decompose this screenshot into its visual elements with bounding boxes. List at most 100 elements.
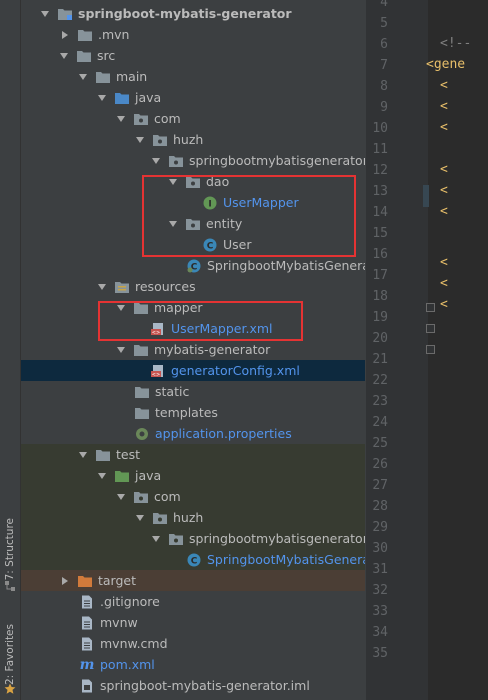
tree-node-test-class[interactable]: C SpringbootMybatisGenerato — [21, 549, 365, 570]
expand-arrow-icon[interactable] — [41, 10, 49, 17]
tree-node-iml[interactable]: springboot-mybatis-generator.iml — [21, 675, 365, 696]
tree-node-huzh[interactable]: huzh — [21, 129, 365, 150]
tree-node-test-package[interactable]: springbootmybatisgenerator — [21, 528, 365, 549]
expand-arrow-icon[interactable] — [60, 52, 68, 59]
folder-icon — [133, 300, 149, 316]
excluded-folder-icon — [77, 573, 93, 589]
star-icon — [4, 683, 16, 694]
expand-arrow-icon[interactable] — [117, 493, 125, 500]
tree-node-target[interactable]: target — [21, 570, 365, 591]
expand-arrow-icon[interactable] — [117, 115, 125, 122]
tree-node-app-class[interactable]: C SpringbootMybatisGenerat — [21, 255, 365, 276]
collapse-arrow-icon[interactable] — [62, 30, 68, 39]
fold-marker-icon[interactable] — [426, 324, 435, 333]
expand-arrow-icon[interactable] — [98, 472, 106, 479]
source-folder-icon — [114, 90, 130, 106]
tree-node-label: templates — [155, 405, 218, 420]
line-number: 9 — [380, 100, 388, 115]
module-folder-icon — [57, 6, 73, 22]
tree-node-test-com[interactable]: com — [21, 486, 365, 507]
tree-node-label: UserMapper.xml — [171, 321, 273, 336]
tree-node-label: generatorConfig.xml — [171, 363, 300, 378]
test-class-icon: C — [186, 552, 202, 568]
expand-arrow-icon[interactable] — [136, 136, 144, 143]
tree-node-label: target — [98, 573, 137, 588]
tree-node-user-mapper[interactable]: I UserMapper — [21, 192, 365, 213]
expand-arrow-icon[interactable] — [152, 157, 160, 164]
maven-icon: m — [79, 656, 95, 673]
tree-node-label: java — [135, 90, 162, 105]
tree-node-java[interactable]: java — [21, 87, 365, 108]
folder-icon — [76, 48, 92, 64]
tree-node-mvn[interactable]: .mvn — [21, 24, 365, 45]
tree-node-label: springboot-mybatis-generator.iml — [100, 678, 310, 693]
tree-node-gitignore[interactable]: .gitignore — [21, 591, 365, 612]
module-file-icon — [79, 678, 95, 694]
xml-file-icon: <> — [150, 363, 166, 379]
fold-marker-icon[interactable] — [426, 345, 435, 354]
tree-node-templates[interactable]: templates — [21, 402, 365, 423]
tree-node-com[interactable]: com — [21, 108, 365, 129]
tree-node-label: entity — [206, 216, 243, 231]
expand-arrow-icon[interactable] — [169, 178, 177, 185]
spring-boot-class-icon: C — [186, 258, 202, 274]
line-number: 15 — [372, 226, 388, 241]
line-number: 19 — [372, 310, 388, 325]
line-number: 26 — [372, 457, 388, 472]
tree-node-label: .gitignore — [100, 594, 160, 609]
tree-node-label: mapper — [154, 300, 203, 315]
tree-node-label: SpringbootMybatisGenerat — [207, 258, 365, 273]
tree-node-label: src — [97, 48, 116, 63]
tree-node-package[interactable]: springbootmybatisgenerator — [21, 150, 365, 171]
tree-node-mapper[interactable]: mapper — [21, 297, 365, 318]
structure-tab[interactable]: 7: Structure — [2, 508, 18, 590]
tree-node-entity[interactable]: entity — [21, 213, 365, 234]
structure-icon — [5, 581, 15, 591]
tree-node-test-huzh[interactable]: huzh — [21, 507, 365, 528]
tree-node-user-mapper-xml[interactable]: <> UserMapper.xml — [21, 318, 365, 339]
tree-node-main[interactable]: main — [21, 66, 365, 87]
line-number: 34 — [372, 625, 388, 640]
expand-arrow-icon[interactable] — [98, 283, 106, 290]
tree-node-mybatis-generator[interactable]: mybatis-generator — [21, 339, 365, 360]
expand-arrow-icon[interactable] — [152, 535, 160, 542]
tree-node-pom[interactable]: m pom.xml — [21, 654, 365, 675]
tree-node-dao[interactable]: dao — [21, 171, 365, 192]
tree-node-test[interactable]: test — [21, 444, 365, 465]
line-number: 16 — [372, 247, 388, 262]
tree-node-label: resources — [135, 279, 196, 294]
tree-node-root[interactable]: springboot-mybatis-generator — [21, 3, 365, 24]
tree-node-user[interactable]: C User — [21, 234, 365, 255]
expand-arrow-icon[interactable] — [117, 346, 125, 353]
tree-node-mvnw[interactable]: mvnw — [21, 612, 365, 633]
tree-node-static[interactable]: static — [21, 381, 365, 402]
expand-arrow-icon[interactable] — [169, 220, 177, 227]
tree-node-generator-config[interactable]: <> generatorConfig.xml — [21, 360, 365, 381]
expand-arrow-icon[interactable] — [79, 451, 87, 458]
tree-node-resources[interactable]: resources — [21, 276, 365, 297]
tree-node-label: huzh — [173, 510, 204, 525]
expand-arrow-icon[interactable] — [98, 94, 106, 101]
svg-text:<>: <> — [152, 330, 160, 336]
tree-node-test-java[interactable]: java — [21, 465, 365, 486]
line-number: 22 — [372, 373, 388, 388]
tree-node-label: com — [154, 111, 181, 126]
folder-icon — [133, 342, 149, 358]
collapse-arrow-icon[interactable] — [62, 576, 68, 585]
expand-arrow-icon[interactable] — [117, 304, 125, 311]
line-number: 31 — [372, 562, 388, 577]
tree-node-application-properties[interactable]: application.properties — [21, 423, 365, 444]
package-icon — [185, 174, 201, 190]
tree-node-mvnw-cmd[interactable]: mvnw.cmd — [21, 633, 365, 654]
line-number: 28 — [372, 499, 388, 514]
editor[interactable]: 4 5 6 7 8 9 10 11 12 13 14 15 16 17 18 19 20 21 22 23 24 25 26… — [366, 0, 488, 700]
expand-arrow-icon[interactable] — [136, 514, 144, 521]
expand-arrow-icon[interactable] — [79, 73, 87, 80]
tree-node-src[interactable]: src — [21, 45, 365, 66]
line-number: 20 — [372, 331, 388, 346]
fold-marker-icon[interactable] — [426, 303, 435, 312]
spring-properties-icon — [134, 426, 150, 442]
class-icon: C — [202, 237, 218, 253]
tree-node-label: application.properties — [155, 426, 292, 441]
line-number: 7 — [380, 58, 388, 73]
